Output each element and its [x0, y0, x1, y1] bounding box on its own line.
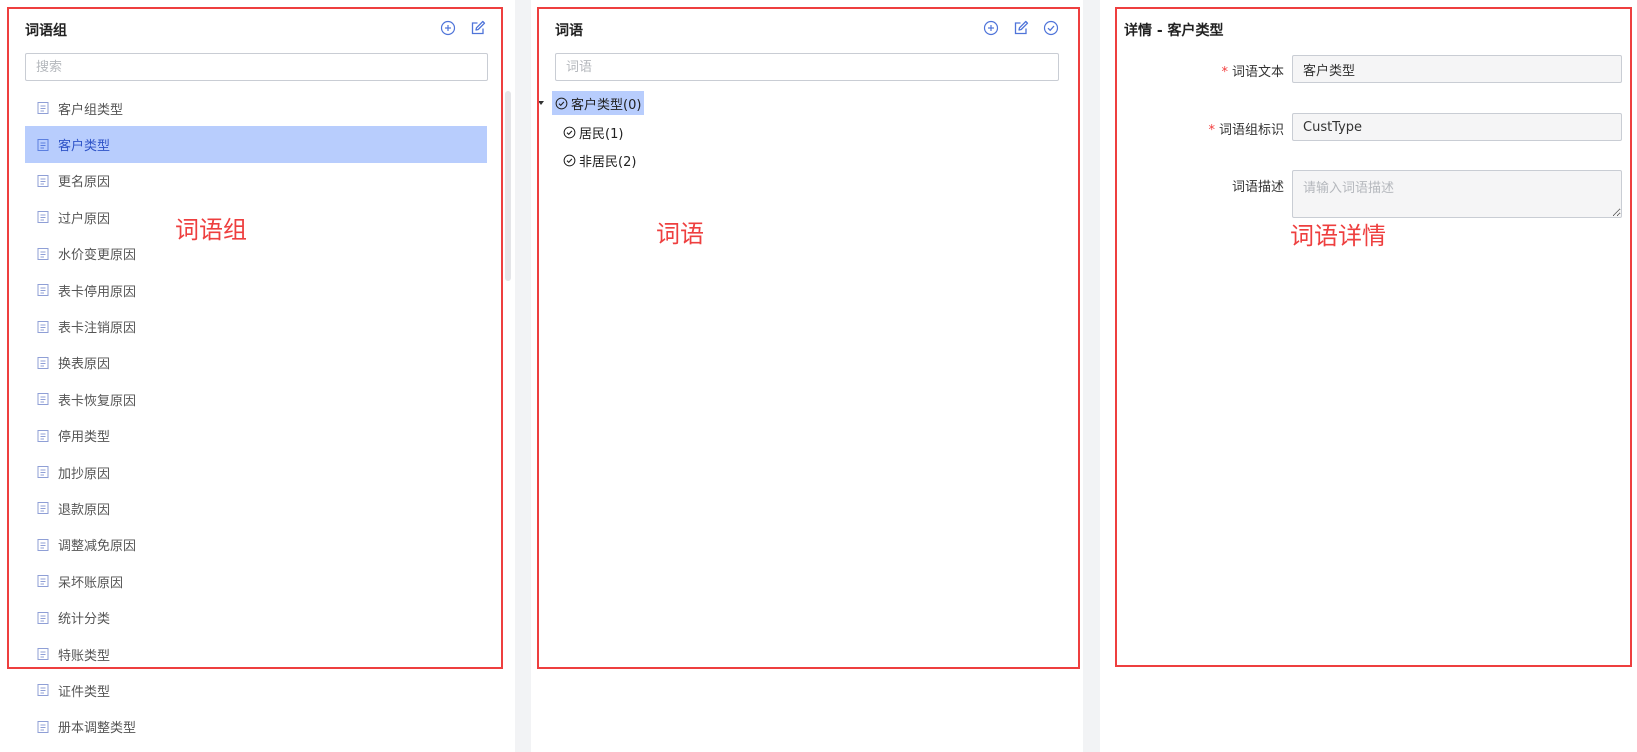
- group-list-item[interactable]: 表卡停用原因: [25, 272, 487, 308]
- group-list-item-label: 更名原因: [58, 175, 111, 191]
- group-list-item[interactable]: 加抄原因: [25, 454, 487, 490]
- group-list-item[interactable]: 册本调整类型: [25, 709, 487, 745]
- group-list-item[interactable]: 客户类型: [25, 126, 487, 163]
- plus-circle-icon: [983, 20, 999, 36]
- tree-node-root[interactable]: 客户类型(0): [552, 91, 645, 115]
- group-list-item-label: 表卡停用原因: [58, 284, 137, 300]
- document-icon: [37, 429, 49, 442]
- edit-icon: [471, 20, 486, 35]
- group-list-item[interactable]: 水价变更原因: [25, 236, 487, 272]
- document-icon: [37, 648, 49, 661]
- tree-node-label: 非居民(2): [579, 154, 637, 170]
- tree-node-child[interactable]: 非居民(2): [563, 148, 636, 172]
- group-list-item-label: 过户原因: [58, 211, 111, 227]
- document-icon: [37, 502, 49, 515]
- check-circle-icon: [555, 97, 568, 109]
- group-list-item-label: 表卡恢复原因: [58, 393, 137, 409]
- document-icon: [37, 138, 49, 151]
- group-list-item-label: 退款原因: [58, 502, 111, 518]
- document-icon: [37, 611, 49, 624]
- group-list-item[interactable]: 客户组类型: [25, 90, 487, 126]
- check-circle-icon: [563, 154, 576, 166]
- group-list-item[interactable]: 表卡注销原因: [25, 308, 487, 344]
- check-circle-icon: [563, 126, 576, 138]
- group-list-item-label: 呆坏账原因: [58, 575, 124, 591]
- word-text-label: * 词语文本: [1221, 65, 1284, 80]
- group-list-item-label: 加抄原因: [58, 466, 111, 482]
- tree-node-label: 客户类型(0): [571, 97, 642, 113]
- group-list-item[interactable]: 停用类型: [25, 418, 487, 454]
- group-list-item[interactable]: 更名原因: [25, 163, 487, 199]
- group-id-field[interactable]: [1292, 113, 1622, 141]
- group-list-scrollbar[interactable]: [505, 91, 511, 281]
- group-list-item-label: 停用类型: [58, 430, 111, 446]
- word-description-label: 词语描述: [1231, 180, 1284, 195]
- word-panel-title: 词语: [555, 23, 583, 39]
- group-panel-title: 词语组: [25, 23, 67, 39]
- edit-word-button[interactable]: [1012, 19, 1030, 37]
- group-list-item[interactable]: 退款原因: [25, 490, 487, 526]
- add-group-button[interactable]: [439, 19, 457, 37]
- document-icon: [37, 684, 49, 697]
- group-list-item-label: 换表原因: [58, 357, 111, 373]
- group-id-label: * 词语组标识: [1208, 123, 1284, 138]
- document-icon: [37, 211, 49, 224]
- group-list-item-label: 水价变更原因: [58, 248, 137, 264]
- document-icon: [37, 102, 49, 115]
- group-list-item[interactable]: 调整减免原因: [25, 527, 487, 563]
- detail-panel-title: 详情 - 客户类型: [1124, 23, 1224, 39]
- add-word-button[interactable]: [982, 19, 1000, 37]
- plus-circle-icon: [440, 20, 456, 36]
- group-list-item-label: 证件类型: [58, 684, 111, 700]
- group-list-item[interactable]: 表卡恢复原因: [25, 381, 487, 417]
- tree-node-label: 居民(1): [579, 126, 624, 142]
- document-icon: [37, 393, 49, 406]
- group-list-item[interactable]: 特账类型: [25, 636, 487, 672]
- group-list-item-label: 特账类型: [58, 648, 111, 664]
- required-mark: *: [1221, 65, 1228, 80]
- document-icon: [37, 720, 49, 733]
- group-list-item[interactable]: 换表原因: [25, 345, 487, 381]
- check-circle-icon: [1043, 20, 1059, 36]
- group-list-item[interactable]: 过户原因: [25, 199, 487, 235]
- edit-group-button[interactable]: [469, 19, 487, 37]
- edit-icon: [1014, 20, 1029, 35]
- tree-expand-caret[interactable]: [538, 101, 544, 105]
- document-icon: [37, 466, 49, 479]
- required-mark: *: [1208, 123, 1215, 138]
- group-list-item-label: 客户组类型: [58, 102, 124, 118]
- group-list-item[interactable]: 呆坏账原因: [25, 563, 487, 599]
- document-icon: [37, 356, 49, 369]
- document-icon: [37, 174, 49, 187]
- document-icon: [37, 247, 49, 260]
- group-list-item-label: 表卡注销原因: [58, 321, 137, 337]
- group-search-input[interactable]: [25, 53, 488, 81]
- group-list-item-label: 册本调整类型: [58, 721, 137, 737]
- group-list-item-label: 客户类型: [58, 139, 111, 155]
- document-icon: [37, 575, 49, 588]
- group-list-item-label: 统计分类: [58, 612, 111, 628]
- document-icon: [37, 320, 49, 333]
- document-icon: [37, 284, 49, 297]
- word-search-input[interactable]: [555, 53, 1059, 81]
- word-description-field[interactable]: [1292, 170, 1622, 218]
- group-list-item[interactable]: 统计分类: [25, 599, 487, 635]
- word-text-field[interactable]: [1292, 55, 1622, 83]
- tree-node-child[interactable]: 居民(1): [563, 120, 623, 144]
- group-list-item[interactable]: 证件类型: [25, 672, 487, 708]
- confirm-word-button[interactable]: [1042, 19, 1060, 37]
- group-list-item-label: 调整减免原因: [58, 539, 137, 555]
- document-icon: [37, 538, 49, 551]
- group-list: 客户组类型客户类型更名原因过户原因水价变更原因 表卡停用原因 表卡注销原因 换表原因表…: [25, 90, 487, 745]
